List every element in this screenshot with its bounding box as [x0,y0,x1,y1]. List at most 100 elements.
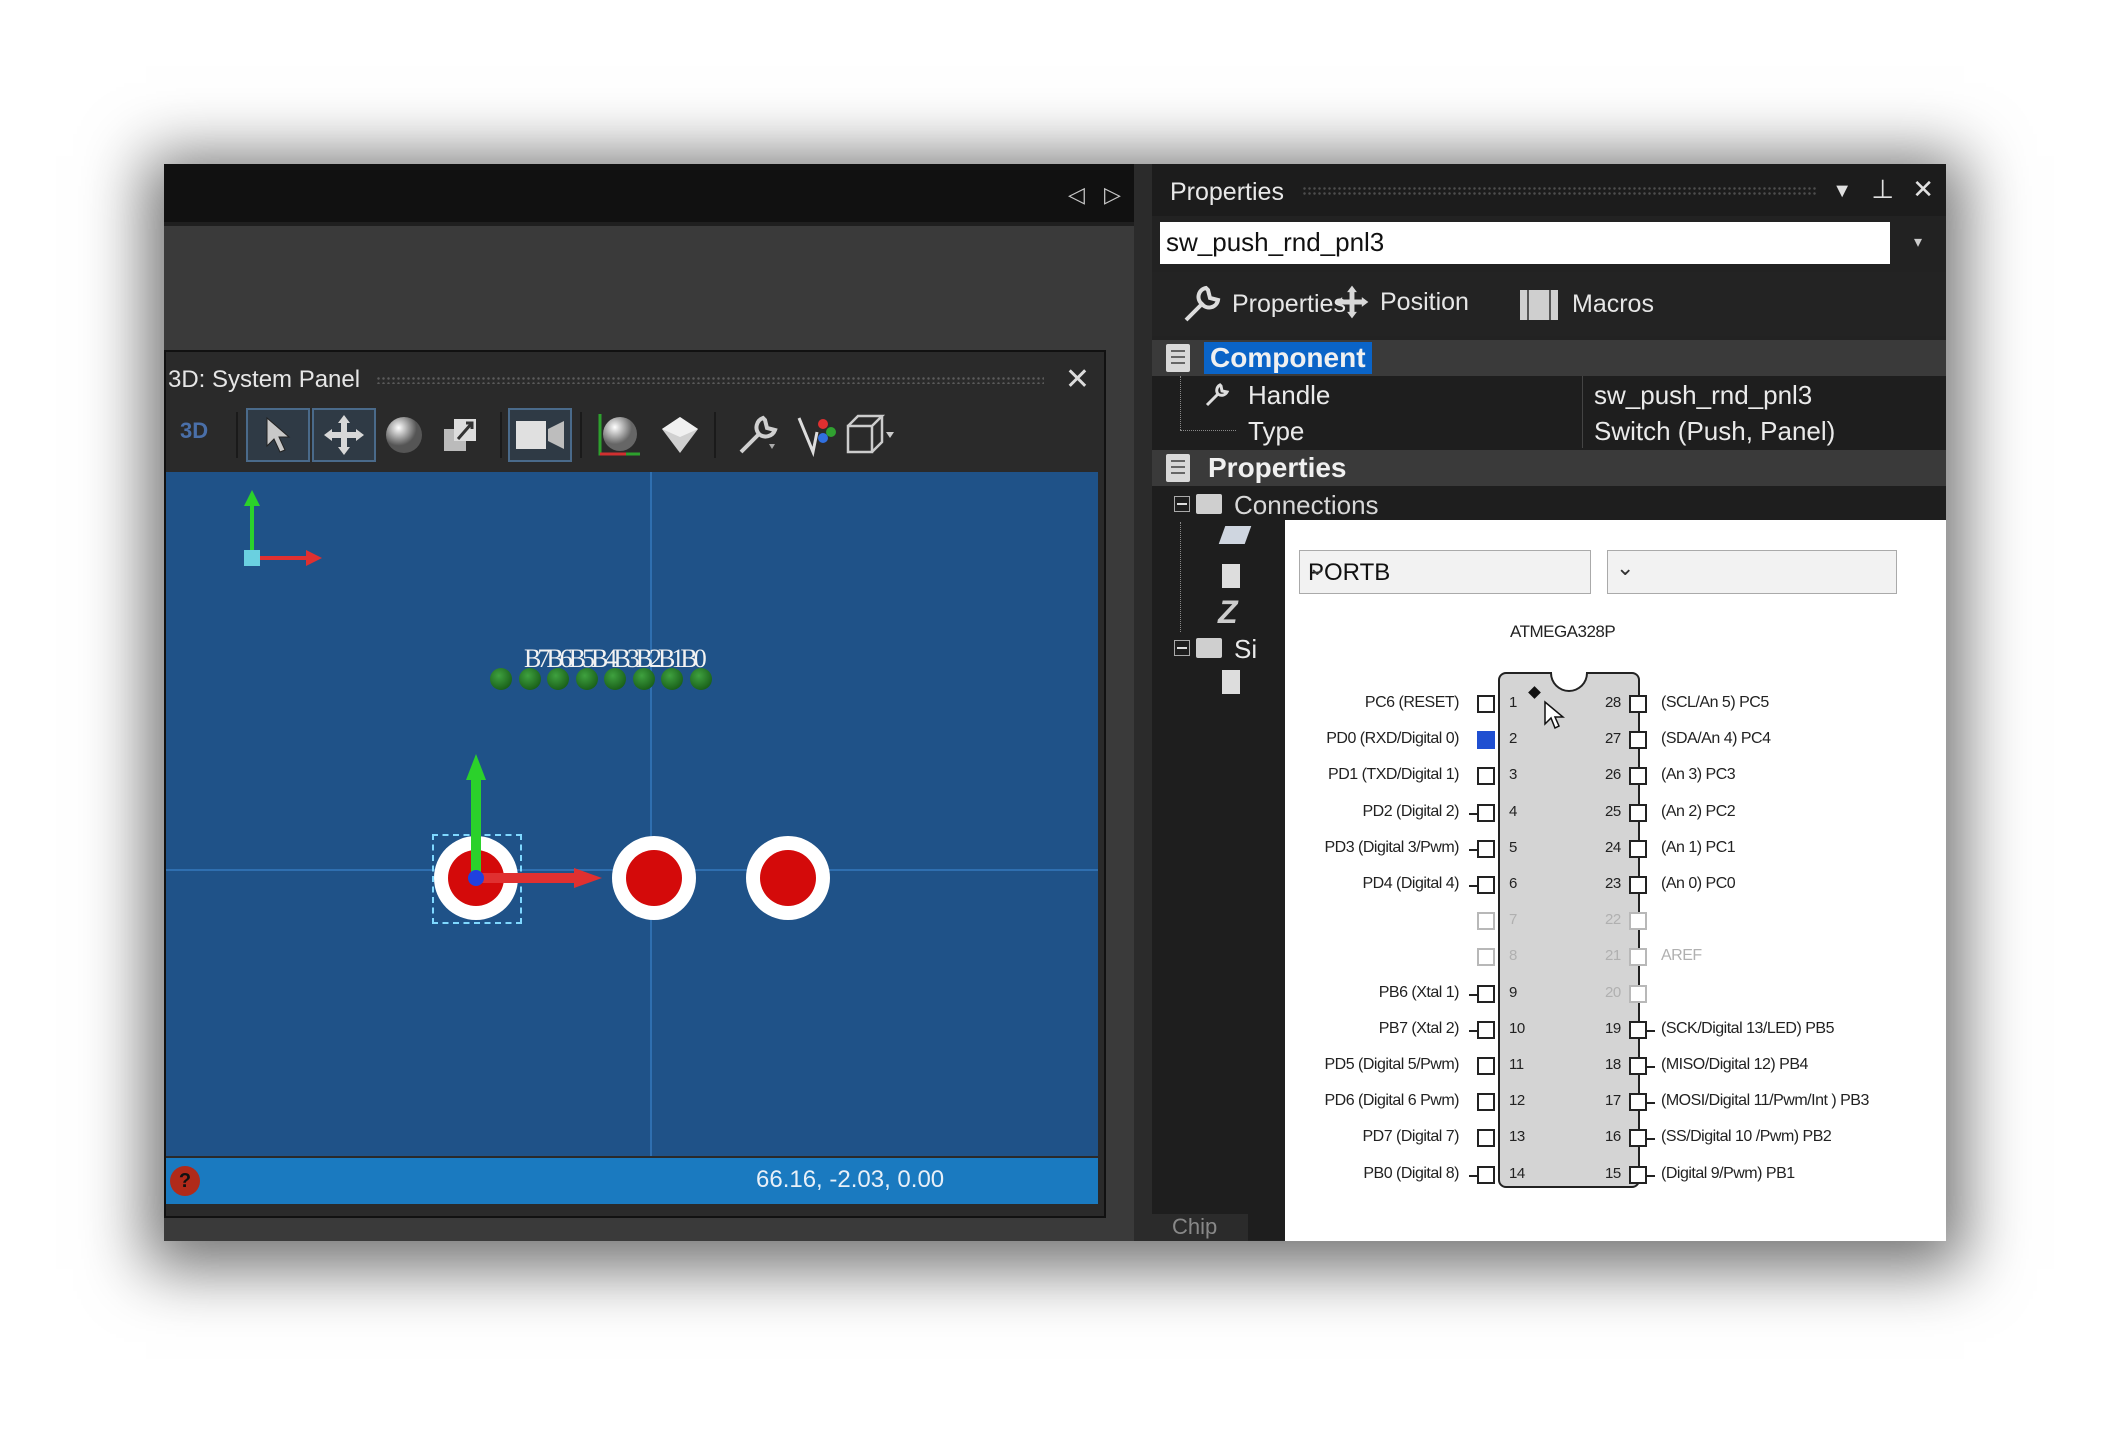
component-selector-dropdown-icon[interactable]: ▾ [1898,222,1938,264]
pin-checkbox[interactable] [1477,1129,1495,1148]
properties-titlebar[interactable]: Properties ▼ ⊥ ✕ [1152,164,1946,216]
push-button-2[interactable] [612,836,696,920]
pin-checkbox[interactable] [1629,695,1647,713]
right-pin-24[interactable]: 24 (An 1) PC1 [1605,837,1946,861]
led-b2[interactable] [633,668,655,690]
led-b1[interactable] [661,668,683,690]
component-selector-input[interactable]: sw_push_rnd_pnl3 [1160,222,1890,264]
left-pin-3[interactable]: PD1 (TXD/Digital 1) 3 [1285,764,1525,788]
right-pin-25[interactable]: 25 (An 2) PC2 [1605,801,1946,825]
pin-icon[interactable]: ⊥ [1871,174,1894,205]
pin-checkbox[interactable] [1477,695,1495,713]
pin-checkbox[interactable] [1629,984,1647,1003]
pin-checkbox[interactable] [1477,1165,1495,1184]
port-select[interactable]: PORTB ⌄ [1299,550,1591,594]
pin-checkbox[interactable] [1477,839,1495,858]
right-pin-20[interactable]: 20 [1605,982,1946,1006]
pin-checkbox[interactable] [1629,948,1647,967]
prev-tab-arrow-icon[interactable]: ◁ [1068,182,1085,208]
3d-viewport[interactable]: B7B6B5B4B3B2B1B0 [166,472,1098,1156]
property-row-type[interactable]: Type Switch (Push, Panel) [1152,376,1946,448]
pin-checkbox[interactable] [1477,767,1495,786]
property-row-handle[interactable]: Handle sw_push_rnd_pnl3 [1152,376,1946,412]
left-pin-11[interactable]: PD5 (Digital 5/Pwm) 11 [1285,1054,1525,1078]
pin-checkbox[interactable] [1477,1093,1495,1112]
group-connections[interactable]: Connections [1152,486,1946,522]
view-cube-dropdown[interactable] [838,408,902,462]
collapse-icon[interactable] [1174,640,1190,656]
right-pin-27[interactable]: 27 (SDA/An 4) PC4 [1605,728,1946,752]
select-tool-button[interactable] [246,408,310,462]
next-tab-arrow-icon[interactable]: ▷ [1104,182,1121,208]
tab-macros[interactable]: Macros [1516,284,1654,324]
close-icon[interactable]: ✕ [1065,362,1090,397]
led-b4[interactable] [576,668,598,690]
lighting-button[interactable] [588,408,652,462]
right-pin-18[interactable]: 18 (MISO/Digital 12) PB4 [1605,1054,1946,1078]
pin-checkbox[interactable] [1629,1057,1647,1075]
bit-select[interactable]: ⌄ [1607,550,1897,594]
pin-checkbox[interactable] [1629,731,1647,750]
led-b0[interactable] [690,668,712,690]
right-pin-26[interactable]: 26 (An 3) PC3 [1605,764,1946,788]
pin-checkbox[interactable] [1477,984,1495,1003]
move-gizmo-icon[interactable] [456,752,616,892]
close-icon[interactable]: ✕ [1912,174,1934,205]
pin-checkbox[interactable] [1629,767,1647,786]
led-b7[interactable] [490,668,512,690]
pin-checkbox[interactable] [1629,1129,1647,1148]
right-pin-23[interactable]: 23 (An 0) PC0 [1605,873,1946,897]
right-pin-28[interactable]: 28 (SCL/An 5) PC5 [1605,692,1946,716]
right-pin-16[interactable]: 16 (SS/Digital 10 /Pwm) PB2 [1605,1126,1946,1150]
pin-checkbox[interactable] [1629,839,1647,858]
right-pin-19[interactable]: 19 (SCK/Digital 13/LED) PB5 [1605,1018,1946,1042]
tab-properties[interactable]: Properties [1182,284,1346,324]
left-pin-13[interactable]: PD7 (Digital 7) 13 [1285,1126,1525,1150]
solid-view-button[interactable] [648,408,712,462]
category-properties[interactable]: Properties [1152,450,1946,486]
led-b6[interactable] [519,668,541,690]
led-b5[interactable] [547,668,569,690]
right-pin-17[interactable]: 17 (MOSI/Digital 11/Pwm/Int ) PB3 [1605,1090,1946,1114]
properties-tool-button[interactable] [726,408,790,462]
color-tool-button[interactable] [782,408,846,462]
property-value[interactable]: sw_push_rnd_pnl3 [1594,380,1812,411]
pin-checkbox[interactable] [1629,876,1647,894]
pin-checkbox[interactable] [1477,803,1495,822]
left-pin-2[interactable]: PD0 (RXD/Digital 0) 2 [1285,728,1525,752]
pin-checkbox[interactable] [1477,876,1495,894]
left-pin-8[interactable]: 8 [1285,945,1525,969]
pin-checkbox[interactable] [1629,912,1647,931]
pin-checkbox[interactable] [1477,948,1495,967]
right-pin-21[interactable]: 21 AREF [1605,945,1946,969]
help-icon[interactable]: ? [170,1166,200,1196]
move-tool-button[interactable] [312,408,376,462]
right-pin-15[interactable]: 15 (Digital 9/Pwm) PB1 [1605,1163,1946,1187]
pin-checkbox[interactable] [1629,803,1647,822]
pin-checkbox[interactable] [1629,1093,1647,1112]
left-pin-12[interactable]: PD6 (Digital 6 Pwm) 12 [1285,1090,1525,1114]
led-b3[interactable] [604,668,626,690]
tab-chip[interactable]: Chip [1152,1214,1248,1241]
dropdown-arrow-icon[interactable]: ▼ [1832,180,1852,203]
rotate-tool-button[interactable] [372,408,436,462]
left-pin-14[interactable]: PB0 (Digital 8) 14 [1285,1163,1525,1187]
category-component[interactable]: Component [1152,340,1946,376]
pin-checkbox[interactable] [1477,1020,1495,1039]
pin-checkbox[interactable] [1629,1020,1647,1039]
push-button-3[interactable] [746,836,830,920]
collapse-icon[interactable] [1174,496,1190,512]
mode-3d-label[interactable]: 3D [180,418,208,444]
camera-button[interactable] [508,408,572,462]
pin-checkbox[interactable] [1477,1057,1495,1075]
left-pin-10[interactable]: PB7 (Xtal 2) 10 [1285,1018,1525,1042]
pin-checkbox[interactable] [1477,731,1495,750]
pin-checkbox[interactable] [1477,912,1495,931]
left-pin-5[interactable]: PD3 (Digital 3/Pwm) 5 [1285,837,1525,861]
left-pin-7[interactable]: 7 [1285,909,1525,933]
tab-position[interactable]: Position [1334,284,1469,320]
left-pin-4[interactable]: PD2 (Digital 2) 4 [1285,801,1525,825]
right-pin-22[interactable]: 22 [1605,909,1946,933]
dock-splitter[interactable] [1134,164,1152,1241]
scale-tool-button[interactable] [428,408,492,462]
